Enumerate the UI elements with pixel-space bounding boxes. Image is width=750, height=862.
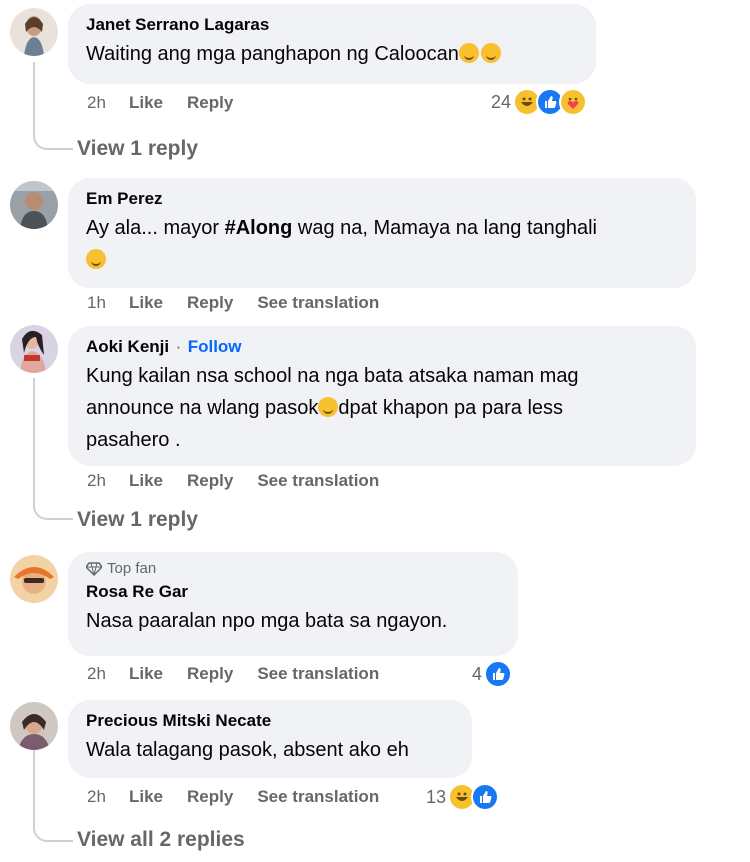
see-translation-link[interactable]: See translation (257, 293, 379, 313)
comment-bubble: Aoki Kenji · Follow Kung kailan nsa scho… (68, 326, 696, 466)
reply-thread-line (33, 378, 73, 520)
comment-author[interactable]: Janet Serrano Lagaras (86, 14, 580, 36)
reaction-summary[interactable]: 24 (491, 88, 588, 116)
comment-actions: 2h Like Reply See translation (87, 469, 403, 493)
reply-button[interactable]: Reply (187, 664, 233, 684)
like-button[interactable]: Like (129, 293, 163, 313)
comment-author[interactable]: Em Perez (86, 188, 680, 210)
view-replies-link[interactable]: View all 2 replies (77, 828, 245, 852)
comment-text: Waiting ang mga panghapon ng Caloocan (86, 38, 580, 70)
comment-text: Nasa paaralan npo mga bata sa ngayon. (86, 610, 448, 632)
like-button[interactable]: Like (129, 471, 163, 491)
comment-text: Ay ala... mayor #Along wag na, Mamaya na… (86, 212, 680, 276)
comment-actions: 1h Like Reply See translation (87, 291, 403, 315)
top-fan-badge: Top fan (86, 560, 502, 578)
reply-button[interactable]: Reply (187, 787, 233, 807)
comment-timestamp[interactable]: 2h (87, 93, 129, 113)
comment-timestamp[interactable]: 2h (87, 664, 129, 684)
avatar[interactable] (10, 181, 58, 229)
reaction-count: 13 (426, 786, 447, 807)
see-translation-link[interactable]: See translation (257, 471, 379, 491)
reaction-summary[interactable]: 13 (426, 783, 500, 811)
grinning-sweat-emoji-icon (318, 397, 339, 417)
reply-thread-line (33, 62, 73, 150)
view-replies-link[interactable]: View 1 reply (77, 137, 198, 161)
comment-bubble: Top fan Rosa Re Gar Nasa paaralan npo mg… (68, 552, 518, 656)
reaction-summary[interactable]: 4 (472, 660, 513, 688)
view-replies-link[interactable]: View 1 reply (77, 508, 198, 532)
reply-button[interactable]: Reply (187, 93, 233, 113)
avatar[interactable] (10, 8, 58, 56)
diamond-icon (86, 562, 102, 576)
comment-bubble: Precious Mitski Necate Wala talagang pas… (68, 700, 472, 778)
see-translation-link[interactable]: See translation (257, 664, 379, 684)
comment-text: Wala talagang pasok, absent ako eh (86, 739, 409, 761)
comment-timestamp[interactable]: 2h (87, 471, 129, 491)
avatar[interactable] (10, 555, 58, 603)
reply-button[interactable]: Reply (187, 293, 233, 313)
grinning-emoji-icon (86, 249, 106, 269)
reaction-count: 4 (472, 663, 483, 684)
hashtag-link[interactable]: #Along (225, 217, 293, 239)
comment-actions: 2h Like Reply See translation (87, 662, 403, 686)
comment-actions: 2h Like Reply See translation (87, 785, 403, 809)
like-icon (471, 783, 500, 811)
see-translation-link[interactable]: See translation (257, 787, 379, 807)
comment-timestamp[interactable]: 2h (87, 787, 129, 807)
like-button[interactable]: Like (129, 664, 163, 684)
comment-bubble: Em Perez Ay ala... mayor #Along wag na, … (68, 178, 696, 288)
separator-dot: · (175, 337, 182, 356)
avatar[interactable] (10, 325, 58, 373)
reply-thread-line (33, 750, 73, 842)
follow-button[interactable]: Follow (188, 337, 242, 356)
care-icon (559, 88, 588, 116)
like-button[interactable]: Like (129, 93, 163, 113)
avatar[interactable] (10, 702, 58, 750)
like-button[interactable]: Like (129, 787, 163, 807)
comment-author[interactable]: Aoki Kenji (86, 337, 169, 356)
comment-author[interactable]: Precious Mitski Necate (86, 710, 456, 732)
grinning-emoji-icon (458, 43, 479, 63)
reaction-count: 24 (491, 91, 512, 112)
reply-button[interactable]: Reply (187, 471, 233, 491)
like-icon (484, 660, 513, 688)
comment-actions: 2h Like Reply (87, 91, 257, 115)
comment-text: Kung kailan nsa school na nga bata atsak… (86, 365, 579, 451)
grinning-sweat-emoji-icon (480, 43, 501, 63)
comment-timestamp[interactable]: 1h (87, 293, 129, 313)
comment-author[interactable]: Rosa Re Gar (86, 581, 502, 603)
comment-bubble: Janet Serrano Lagaras Waiting ang mga pa… (68, 4, 596, 84)
